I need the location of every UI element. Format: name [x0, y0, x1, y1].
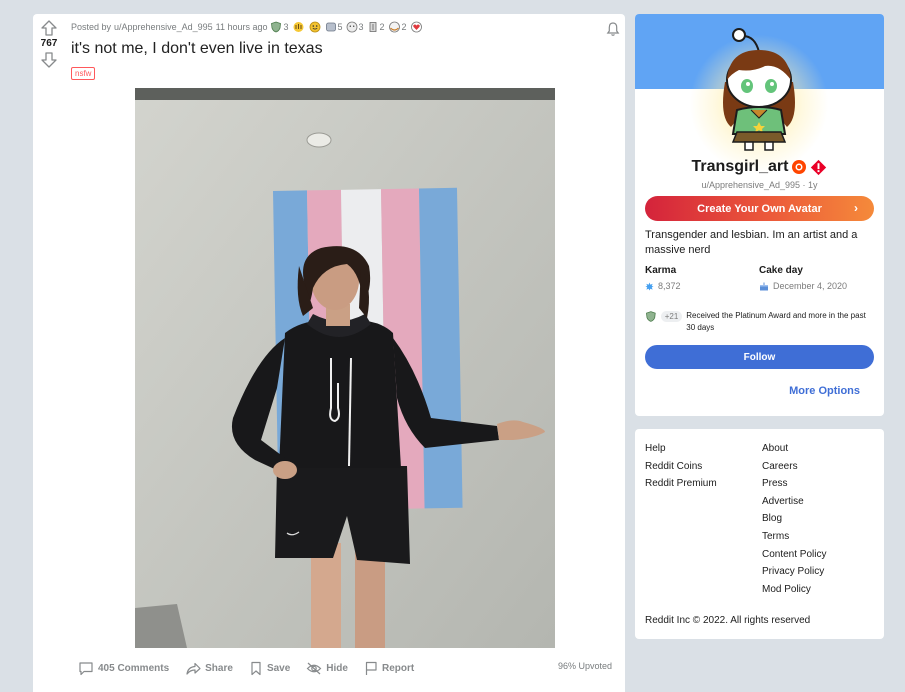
vote-column: 767	[33, 20, 65, 68]
create-avatar-label: Create Your Own Avatar	[697, 202, 822, 215]
link-help[interactable]: Help	[645, 440, 717, 458]
shield-award-icon	[271, 21, 282, 33]
award-5[interactable]: 3	[346, 21, 364, 33]
karma-value: 8,372	[645, 281, 681, 291]
trophy-row[interactable]: +21 Received the Platinum Award and more…	[645, 310, 875, 334]
links-right-column: About Careers Press Advertise Blog Terms…	[762, 440, 826, 598]
cake-icon	[760, 282, 768, 290]
bell-icon[interactable]	[605, 21, 621, 37]
profile-card: Transgirl_art u/Apprehensive_Ad_995 · 1y…	[635, 14, 884, 416]
comment-icon	[79, 662, 93, 676]
trophy-shield-icon	[646, 311, 656, 322]
copyright-text: Reddit Inc © 2022. All rights reserved	[645, 615, 811, 626]
post-author-link[interactable]: u/Apprehensive_Ad_995	[114, 22, 213, 32]
comments-button[interactable]: 405 Comments	[73, 657, 174, 680]
create-avatar-button[interactable]: Create Your Own Avatar ›	[645, 196, 874, 221]
post-title[interactable]: it's not me, I don't even live in texas	[71, 40, 323, 58]
share-icon	[186, 662, 201, 675]
link-blog[interactable]: Blog	[762, 510, 826, 528]
post-footer: 405 Comments Share Save Hide Report	[73, 657, 425, 680]
award-1[interactable]: 3	[270, 21, 289, 33]
profile-username: u/Apprehensive_Ad_995 · 1y	[701, 180, 818, 190]
helpful-award-icon	[325, 22, 336, 32]
save-button[interactable]: Save	[244, 657, 295, 680]
link-reddit-premium[interactable]: Reddit Premium	[645, 475, 717, 493]
karma-icon	[645, 281, 654, 291]
downvote-icon[interactable]	[41, 52, 57, 68]
link-mod-policy[interactable]: Mod Policy	[762, 581, 826, 599]
link-press[interactable]: Press	[762, 475, 826, 493]
vote-score: 767	[40, 38, 58, 49]
upvote-icon[interactable]	[41, 20, 57, 36]
link-careers[interactable]: Careers	[762, 458, 826, 476]
award-7[interactable]: 2	[388, 21, 407, 33]
post-meta: Posted by u/Apprehensive_Ad_995 11 hours…	[71, 21, 424, 33]
follow-button[interactable]: Follow	[645, 345, 874, 369]
post-photo	[135, 88, 555, 648]
karma-label: Karma	[645, 265, 677, 276]
report-button[interactable]: Report	[359, 657, 419, 680]
eye-off-icon	[306, 662, 322, 675]
share-button[interactable]: Share	[180, 657, 238, 680]
award-3[interactable]	[309, 21, 322, 33]
silver-award-icon	[369, 22, 376, 32]
cake-day-label: Cake day	[759, 265, 803, 276]
links-left-column: Help Reddit Coins Reddit Premium	[645, 440, 717, 493]
gold-award-icon	[346, 21, 357, 33]
flag-icon	[365, 661, 377, 675]
snoo-avatar[interactable]	[709, 22, 809, 152]
profile-display-name: Transgirl_art	[635, 158, 884, 176]
chevron-right-icon: ›	[854, 201, 858, 215]
link-privacy-policy[interactable]: Privacy Policy	[762, 563, 826, 581]
link-about[interactable]: About	[762, 440, 826, 458]
profile-bio: Transgender and lesbian. Im an artist an…	[645, 229, 858, 256]
upvote-ratio: 96% Upvoted	[557, 661, 612, 671]
posted-by-label: Posted by	[71, 22, 112, 32]
trophy-text: Received the Platinum Award and more in …	[686, 311, 866, 332]
alert-badge-icon	[811, 159, 827, 175]
wholesome-award-icon	[309, 21, 320, 33]
award-8[interactable]	[410, 21, 424, 33]
link-advertise[interactable]: Advertise	[762, 493, 826, 511]
award-4[interactable]: 5	[325, 21, 343, 33]
cake-day-value: December 4, 2020	[759, 281, 847, 291]
heart-award-icon	[410, 21, 422, 33]
post-image[interactable]	[135, 88, 555, 648]
link-content-policy[interactable]: Content Policy	[762, 546, 826, 564]
hands-award-icon	[293, 22, 303, 32]
link-reddit-coins[interactable]: Reddit Coins	[645, 458, 717, 476]
post-time: 11 hours ago	[215, 22, 268, 32]
hug-award-icon	[388, 21, 400, 33]
bookmark-icon	[251, 661, 261, 676]
link-terms[interactable]: Terms	[762, 528, 826, 546]
verified-badge-icon	[792, 160, 807, 174]
nsfw-flair: nsfw	[71, 67, 96, 80]
trophy-count-badge: +21	[660, 311, 683, 322]
post-card: 767 Posted by u/Apprehensive_Ad_995 11 h…	[33, 14, 625, 692]
award-6[interactable]: 2	[367, 21, 385, 33]
footer-links-card: Help Reddit Coins Reddit Premium About C…	[635, 429, 884, 639]
award-2[interactable]	[292, 21, 306, 33]
hide-button[interactable]: Hide	[301, 657, 353, 680]
more-options-button[interactable]: More Options	[789, 385, 860, 397]
display-name-text: Transgirl_art	[691, 158, 789, 175]
